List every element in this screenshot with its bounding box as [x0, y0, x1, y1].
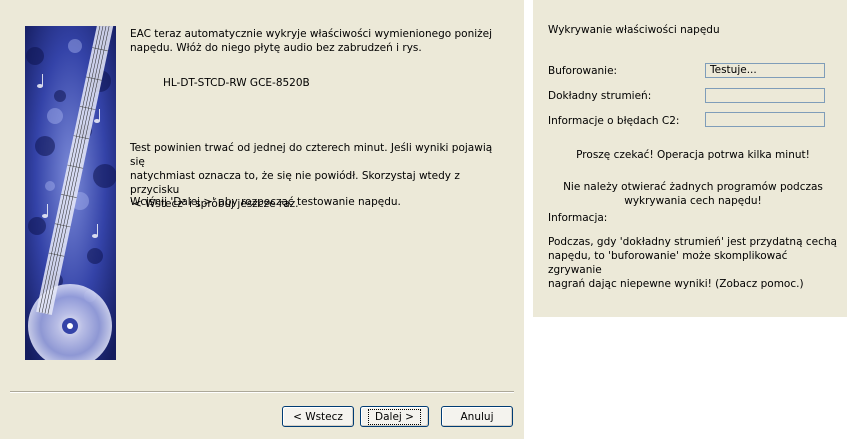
warning-message: Nie należy otwierać żadnych programów po… — [563, 181, 823, 207]
buffering-field: Testuje... — [705, 63, 825, 78]
back-button[interactable]: < Wstecz — [282, 406, 354, 427]
next-button[interactable]: Dalej > — [360, 406, 429, 427]
cancel-button-label: Anuluj — [460, 410, 494, 423]
intro-text: EAC teraz automatycznie wykryje właściwo… — [130, 28, 493, 54]
drive-name: HL-DT-STCD-RW GCE-8520B — [163, 77, 310, 89]
accurate-stream-label: Dokładny strumień: — [548, 90, 652, 102]
info-label: Informacja: — [548, 212, 608, 224]
buffering-label: Buforowanie: — [548, 65, 618, 77]
next-button-label: Dalej > — [368, 408, 421, 425]
c2-errors-field — [705, 112, 825, 127]
c2-errors-label: Informacje o błędach C2: — [548, 115, 680, 127]
drive-detection-panel: Wykrywanie właściwości napędu Buforowani… — [533, 0, 847, 317]
accurate-stream-field — [705, 88, 825, 103]
button-separator — [10, 391, 514, 393]
panel-title: Wykrywanie właściwości napędu — [548, 24, 720, 36]
cancel-button[interactable]: Anuluj — [441, 406, 513, 427]
info-text: Podczas, gdy 'dokładny strumień' jest pr… — [548, 236, 837, 290]
next-instruction: Wciśnij 'Dalej >' aby rozpocząć testowan… — [130, 196, 401, 208]
wizard-dialog: EAC teraz automatycznie wykryje właściwo… — [0, 0, 524, 439]
guitar-cd-artwork-icon — [25, 26, 116, 360]
back-button-label: < Wstecz — [293, 410, 343, 423]
wait-message: Proszę czekać! Operacja potrwa kilka min… — [576, 149, 810, 161]
